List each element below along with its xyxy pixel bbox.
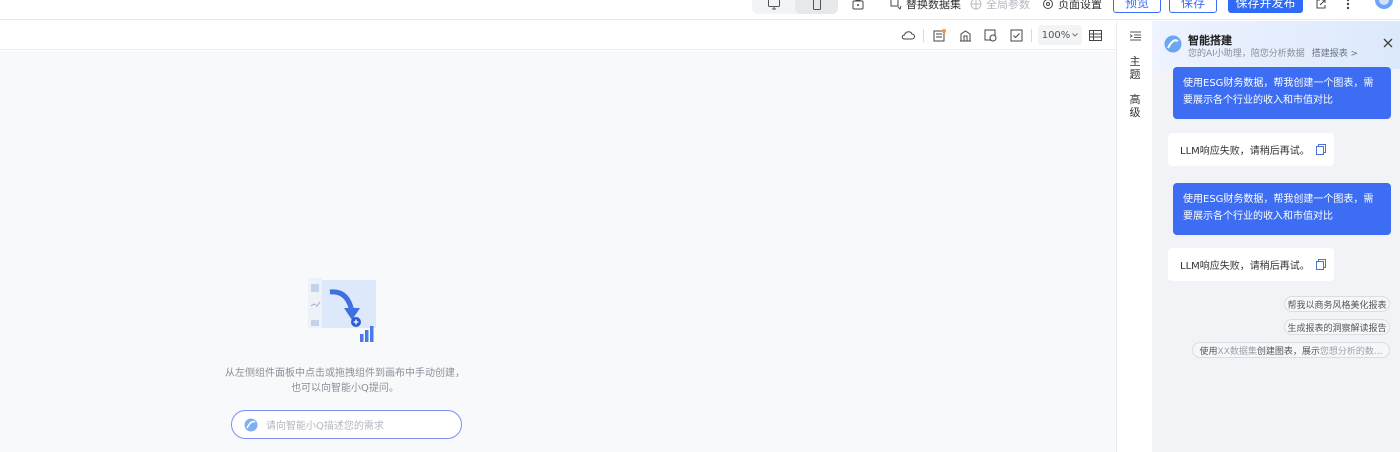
ask-ai-input[interactable]: 请向智能小Q描述您的需求 <box>231 410 462 439</box>
suggestion-chip[interactable]: 生成报表的洞察解读报告 <box>1284 319 1390 335</box>
page-settings-label: 页面设置 <box>1058 0 1102 11</box>
report-tool-button[interactable] <box>931 27 947 43</box>
tab-advanced[interactable]: 高级 <box>1117 93 1153 119</box>
suggestion-chip[interactable]: 使用 XX数据集 创建图表，展示 您想分析的数... <box>1192 342 1390 358</box>
empty-canvas-hint: 从左侧组件面板中点击或拖拽组件到画布中手动创建， 也可以向智能小Q提问。 <box>220 366 470 396</box>
tab-advanced-label: 高级 <box>1129 93 1141 119</box>
ask-ai-placeholder: 请向智能小Q描述您的需求 <box>266 421 384 432</box>
suggestion-text: 使用 <box>1199 346 1218 357</box>
mobile-view-button[interactable] <box>795 0 838 14</box>
suggestion-text: 创建图表，展示 <box>1256 346 1320 357</box>
zoom-select[interactable]: 100% <box>1038 25 1082 45</box>
copy-icon[interactable] <box>1315 259 1326 270</box>
tab-theme[interactable]: 主题 <box>1117 55 1153 81</box>
dataset-swap-icon <box>890 0 902 10</box>
check-tool-button[interactable] <box>1008 27 1024 43</box>
empty-hint-line-2: 也可以向智能小Q提问。 <box>291 383 399 394</box>
suggestion-chip[interactable]: 帮我以商务风格美化报表 <box>1284 296 1390 312</box>
table-icon <box>1088 29 1102 41</box>
device-toggle <box>752 0 838 14</box>
save-publish-button[interactable]: 保存并发布 <box>1228 0 1303 13</box>
top-bar: 替换数据集 全局参数 页面设置 预览 保存 保存并发布 <box>0 0 1400 20</box>
global-params-label: 全局参数 <box>986 0 1030 11</box>
building-tool-button[interactable] <box>957 27 973 43</box>
assistant-message-text: LLM响应失败，请稍后再试。 <box>1180 146 1310 157</box>
ai-panel-header: 智能搭建 您的AI小助理，陪您分析数据 搭建报表 > <box>1152 21 1400 69</box>
replace-dataset-label: 替换数据集 <box>906 0 961 11</box>
close-icon[interactable] <box>1382 37 1394 49</box>
copy-icon[interactable] <box>1315 144 1326 155</box>
more-vertical-icon <box>1346 0 1350 10</box>
ai-subtitle-text: 您的AI小助理，陪您分析数据 <box>1188 49 1305 59</box>
ai-assistant-icon <box>244 418 258 431</box>
indent-icon <box>1129 31 1141 41</box>
preview-button[interactable]: 预览 <box>1113 0 1161 13</box>
suggestion-analysis-slot: 您想分析的数... <box>1319 346 1383 357</box>
check-icon <box>1010 29 1022 41</box>
desktop-icon <box>767 0 780 9</box>
building-icon <box>959 29 971 41</box>
gear-icon <box>1043 0 1053 9</box>
chevron-down-icon <box>1072 33 1079 37</box>
assistant-message-text: LLM响应失败，请稍后再试。 <box>1180 261 1310 272</box>
toolbar-divider <box>923 29 924 42</box>
more-button[interactable] <box>1346 0 1350 14</box>
table-tool-button[interactable] <box>1087 27 1103 43</box>
mobile-icon <box>812 0 821 10</box>
build-report-link[interactable]: 搭建报表 > <box>1312 49 1358 59</box>
empty-hint-line-1: 从左侧组件面板中点击或拖拽组件到画布中手动创建， <box>225 368 465 379</box>
canvas-toolbar: 100% <box>0 21 1116 50</box>
zoom-value: 100% <box>1041 29 1071 41</box>
save-button[interactable]: 保存 <box>1169 0 1217 13</box>
empty-canvas-illustration <box>308 278 376 342</box>
user-message: 使用ESG财务数据，帮我创建一个图表，需要展示各个行业的收入和市值对比 <box>1173 67 1391 119</box>
global-params-icon <box>970 0 982 10</box>
lock-button[interactable] <box>852 0 864 14</box>
style-tool-button[interactable] <box>982 27 998 43</box>
user-message: 使用ESG财务数据，帮我创建一个图表，需要展示各个行业的收入和市值对比 <box>1173 183 1391 235</box>
share-button[interactable] <box>1315 0 1327 14</box>
suggestion-dataset-slot: XX数据集 <box>1217 346 1257 357</box>
toolbar-divider <box>1031 29 1032 42</box>
avatar[interactable] <box>1374 0 1394 10</box>
page-settings-button[interactable]: 页面设置 <box>1042 0 1102 14</box>
desktop-view-button[interactable] <box>752 0 795 14</box>
tab-theme-label: 主题 <box>1129 55 1141 81</box>
external-link-icon <box>1316 0 1326 9</box>
style-icon <box>984 29 996 41</box>
assistant-message: LLM响应失败，请稍后再试。 <box>1168 133 1334 166</box>
ai-assistant-panel: 智能搭建 您的AI小助理，陪您分析数据 搭建报表 > 使用ESG财务数据，帮我创… <box>1152 21 1400 452</box>
cloud-tool-button[interactable] <box>900 27 916 43</box>
lock-box-icon <box>852 0 864 10</box>
assistant-message: LLM响应失败，请稍后再试。 <box>1168 248 1334 281</box>
report-icon <box>933 28 946 41</box>
replace-dataset-button[interactable]: 替换数据集 <box>890 0 961 14</box>
collapse-panel-button[interactable] <box>1117 31 1153 44</box>
ai-logo-icon <box>1164 35 1182 53</box>
ai-panel-subtitle: 您的AI小助理，陪您分析数据 搭建报表 > <box>1188 46 1358 59</box>
cloud-icon <box>901 31 915 40</box>
global-params-button[interactable]: 全局参数 <box>970 0 1030 14</box>
side-tabs: 主题 高级 <box>1116 21 1152 452</box>
report-canvas[interactable]: 从左侧组件面板中点击或拖拽组件到画布中手动创建， 也可以向智能小Q提问。 请向智… <box>0 51 1116 452</box>
